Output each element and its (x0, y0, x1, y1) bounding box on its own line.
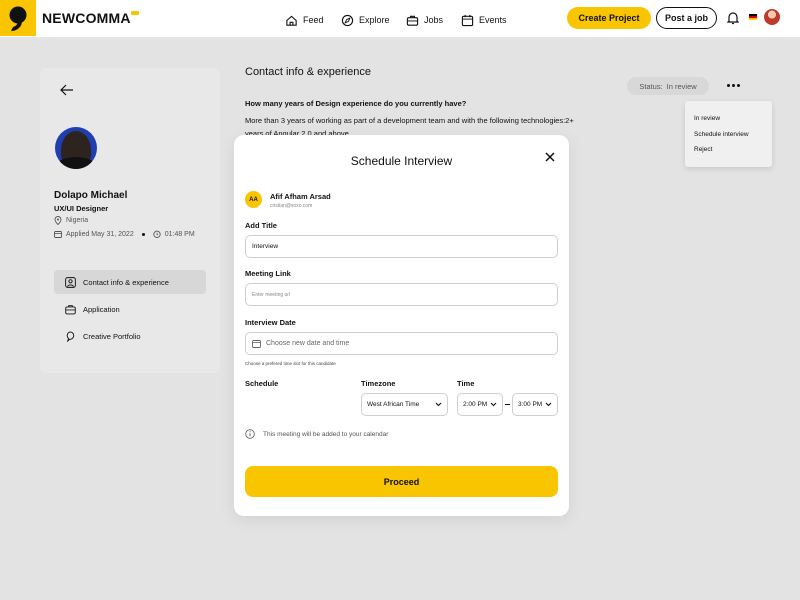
close-icon[interactable] (545, 152, 555, 162)
status-value: In review (666, 81, 697, 91)
comma-icon (66, 330, 75, 342)
nav-jobs[interactable]: Jobs (406, 12, 443, 28)
location-pin-icon (54, 216, 62, 225)
back-arrow-icon[interactable] (60, 84, 74, 96)
logo-badge (131, 11, 139, 15)
bell-icon[interactable] (727, 11, 739, 25)
status-option-schedule-interview[interactable]: Schedule interview (694, 131, 772, 147)
nav-jobs-label: Jobs (424, 15, 444, 25)
proceed-button[interactable]: Proceed (245, 466, 558, 497)
language-flag-icon[interactable] (749, 14, 757, 20)
sidebar-item-contact-info[interactable]: Contact info & experience (54, 270, 206, 294)
schedule-interview-modal: Schedule Interview AA Afif Afham Arsad c… (234, 135, 569, 516)
info-icon (245, 429, 255, 439)
time-end-select[interactable]: 3:00 PM (512, 393, 558, 416)
chevron-down-icon (490, 402, 497, 407)
time-range-separator (505, 404, 510, 405)
clock-icon (153, 230, 161, 238)
chevron-down-icon (545, 402, 552, 407)
interviewer-avatar: AA (245, 191, 262, 208)
time-label: Time (457, 379, 475, 388)
status-dropdown-menu: In review Schedule interview Reject (685, 101, 772, 167)
user-icon (65, 276, 76, 288)
sidebar-item-label: Application (83, 304, 120, 314)
calendar-icon (252, 340, 261, 348)
timezone-select[interactable]: West African Time (361, 393, 448, 416)
date-hint: Choose a prefered time slot for this can… (245, 361, 336, 366)
timezone-label: Timezone (361, 379, 396, 388)
logo-icon[interactable] (0, 0, 36, 36)
nav-explore[interactable]: Explore (341, 12, 390, 28)
schedule-label: Schedule (245, 379, 279, 388)
chevron-down-icon (435, 402, 442, 407)
candidate-location: Nigeria (54, 216, 88, 225)
compass-icon (341, 14, 354, 26)
sidebar-item-label: Creative Portfolio (83, 331, 141, 341)
title-input[interactable] (245, 235, 558, 258)
info-text: This meeting will be added to your calen… (263, 430, 389, 438)
candidate-location-text: Nigeria (66, 217, 89, 224)
status-option-reject[interactable]: Reject (694, 146, 772, 162)
date-placeholder: Choose new date and time (266, 340, 350, 347)
date-picker-field[interactable]: Choose new date and time (245, 332, 558, 355)
post-job-button[interactable]: Post a job (656, 7, 717, 29)
nav-events[interactable]: Events (461, 12, 507, 28)
candidate-role: UX/UI Designer (54, 204, 109, 213)
separator-dot (141, 232, 145, 236)
add-title-label: Add Title (245, 221, 277, 230)
calendar-icon (54, 231, 62, 238)
applied-date: Applied May 31, 2022 (66, 230, 134, 238)
status-badge[interactable]: Status: In review (627, 77, 709, 95)
candidate-applied: Applied May 31, 2022 01:48 PM (54, 230, 195, 238)
time-start-select[interactable]: 2:00 PM (457, 393, 503, 416)
calendar-info: This meeting will be added to your calen… (245, 429, 388, 439)
applied-time: 01:48 PM (164, 230, 195, 238)
candidate-name: Dolapo Michael (54, 190, 128, 201)
nav-explore-label: Explore (359, 15, 390, 25)
interview-date-label: Interview Date (245, 318, 296, 327)
nav-events-label: Events (479, 15, 507, 25)
time-end-value: 3:00 PM (518, 401, 543, 408)
modal-title: Schedule Interview (350, 154, 453, 168)
sidebar-item-label: Contact info & experience (83, 277, 169, 287)
section-title: Contact info & experience (245, 66, 371, 78)
time-start-value: 2:00 PM (463, 401, 488, 408)
meeting-link-input[interactable] (245, 283, 558, 306)
interviewer-name: Afif Afham Arsad (270, 192, 331, 201)
status-label: Status: (639, 81, 663, 91)
question-text: How many years of Design experience do y… (245, 99, 467, 108)
user-avatar[interactable] (764, 9, 780, 25)
timezone-value: West African Time (367, 401, 420, 408)
more-options-icon[interactable] (727, 84, 740, 87)
calendar-icon (461, 14, 474, 26)
top-navbar: NEWCOMMA Feed Explore Jobs Events Create… (0, 0, 800, 38)
candidate-avatar (55, 127, 97, 169)
logo-text[interactable]: NEWCOMMA (42, 10, 131, 26)
nav-feed-label: Feed (303, 15, 324, 25)
sidebar-item-application[interactable]: Application (54, 297, 206, 321)
create-project-button[interactable]: Create Project (567, 7, 651, 29)
sidebar-item-portfolio[interactable]: Creative Portfolio (54, 324, 206, 348)
meeting-link-label: Meeting Link (245, 269, 291, 278)
nav-feed[interactable]: Feed (285, 12, 324, 28)
briefcase-icon (65, 304, 76, 314)
interviewer-email: cristian@xoxo.com (270, 203, 313, 209)
briefcase-icon (406, 15, 419, 26)
status-option-in-review[interactable]: In review (694, 115, 772, 131)
home-icon (286, 15, 297, 26)
